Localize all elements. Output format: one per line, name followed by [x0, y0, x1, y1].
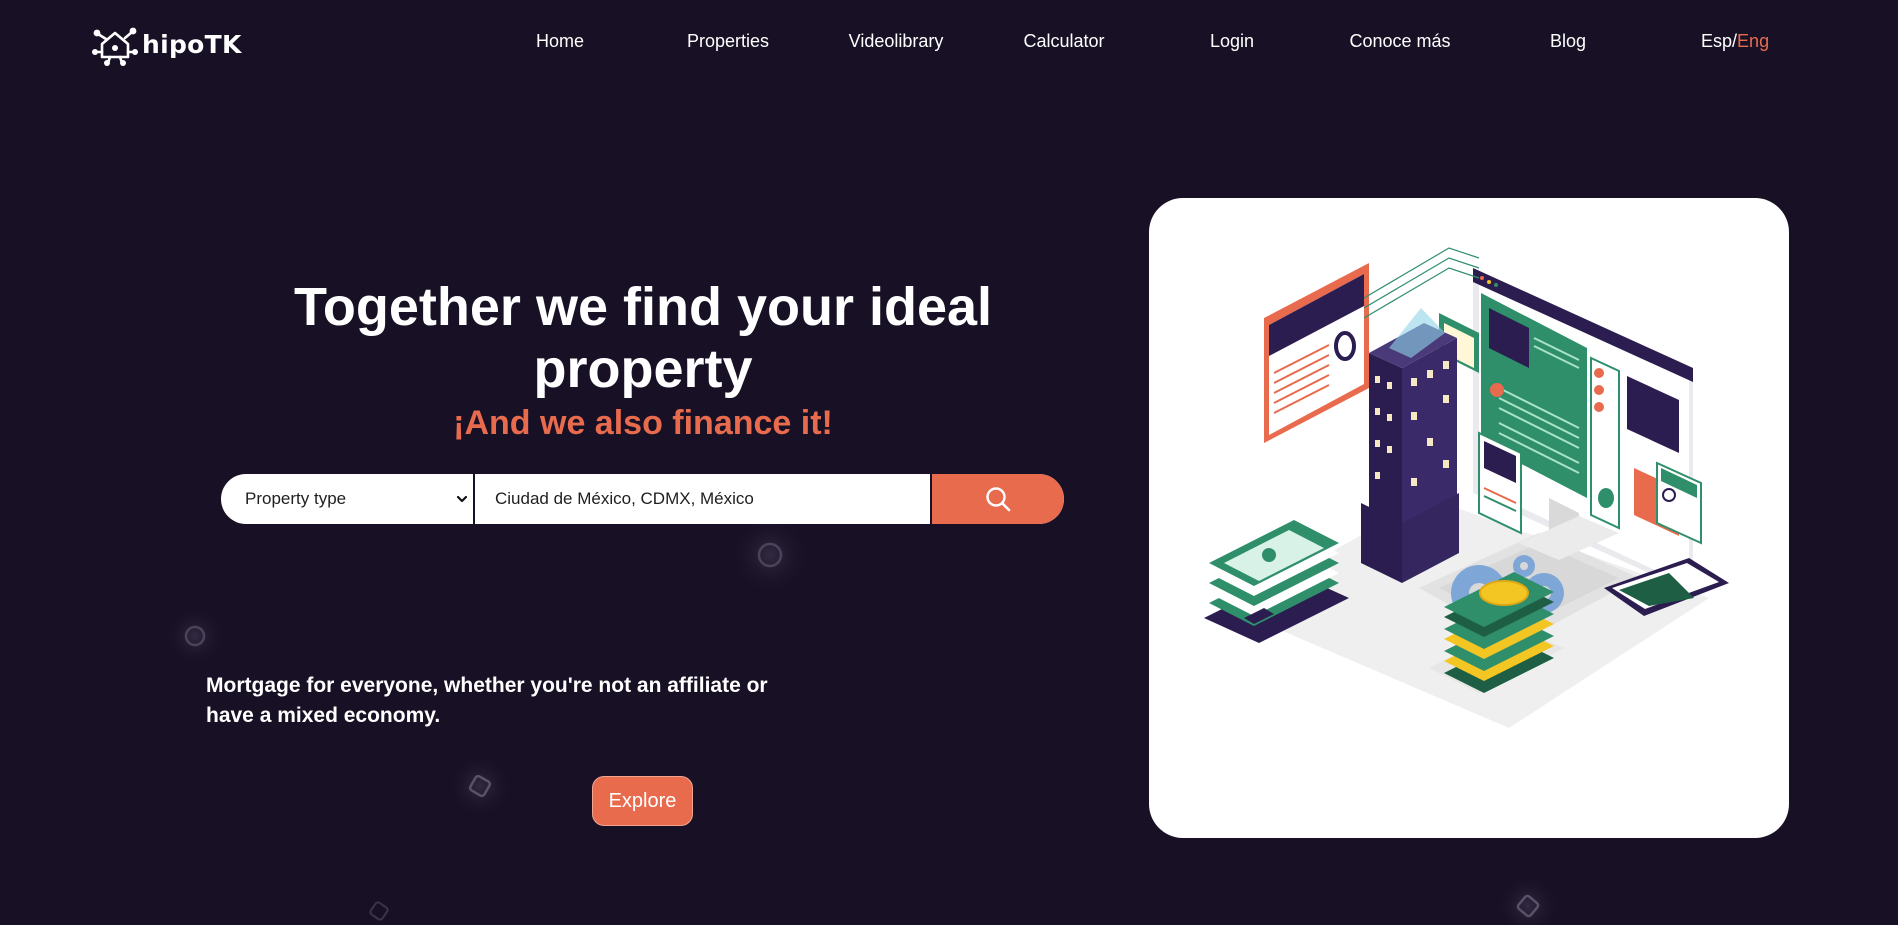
- location-input[interactable]: [475, 474, 930, 524]
- property-type-value: Property type: [245, 489, 347, 508]
- hero-subtitle: ¡And we also finance it!: [453, 404, 833, 442]
- search-button[interactable]: [930, 474, 1064, 524]
- nav-videolibrary[interactable]: Videolibrary: [849, 31, 944, 52]
- nav-calculator[interactable]: Calculator: [1023, 31, 1104, 52]
- property-search-bar: Property type: [221, 474, 1064, 524]
- hero-tagline: Mortgage for everyone, whether you're no…: [206, 674, 768, 727]
- nav-conoce-mas[interactable]: Conoce más: [1349, 31, 1450, 52]
- property-type-select[interactable]: Property type: [221, 474, 475, 524]
- decorative-diamond-shape: [1496, 876, 1560, 925]
- hero-illustration-card: [1149, 198, 1789, 838]
- lang-esp[interactable]: Esp: [1701, 31, 1732, 51]
- logo[interactable]: hipoTK: [90, 22, 242, 66]
- nav-blog[interactable]: Blog: [1550, 31, 1586, 52]
- nav-home[interactable]: Home: [536, 31, 584, 52]
- hero-title: Together we find your ideal property: [293, 277, 993, 399]
- nav-properties[interactable]: Properties: [687, 31, 769, 52]
- logo-text: hipoTK: [142, 29, 242, 59]
- search-icon: [986, 487, 1011, 512]
- chevron-down-icon: [456, 495, 468, 503]
- decorative-ring-shape: [165, 606, 225, 666]
- isometric-city-illustration: [1204, 247, 1729, 728]
- lang-eng[interactable]: Eng: [1737, 31, 1769, 51]
- decorative-diamond-shape: [448, 756, 512, 816]
- decorative-diamond-shape: [369, 901, 389, 921]
- explore-button[interactable]: Explore: [592, 776, 693, 826]
- logo-house-network-icon: [92, 27, 138, 66]
- nav-login[interactable]: Login: [1210, 31, 1254, 52]
- language-switcher: Esp/Eng: [1701, 31, 1769, 52]
- decorative-ring-shape: [730, 515, 810, 595]
